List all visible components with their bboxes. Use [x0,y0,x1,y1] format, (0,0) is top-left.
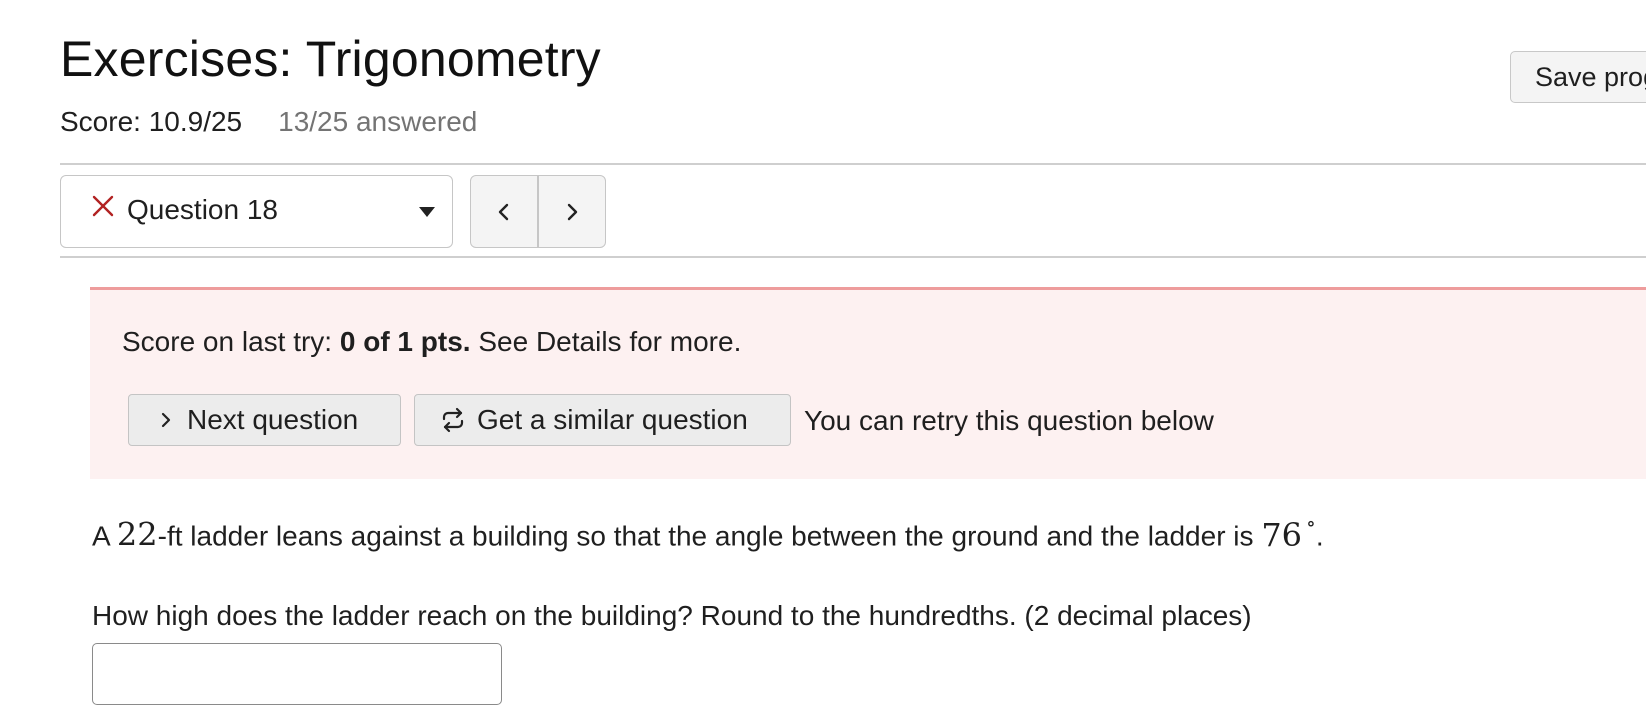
last-try-suffix: See Details for more. [470,326,742,357]
score-text: Score: 10.9/25 [60,106,243,137]
question-statement: A 22-ft ladder leans against a building … [92,511,1324,554]
last-try-score: Score on last try: 0 of 1 pts. See Detai… [122,326,741,358]
save-progress-button[interactable]: Save progress [1510,51,1646,103]
chevron-left-icon [498,203,509,220]
angle-value: 76 ∘ [1261,511,1316,554]
page-title: Exercises: Trigonometry [60,31,601,87]
question-text-part: -ft ladder leans against a building so t… [157,520,1262,552]
question-pager [470,175,606,248]
ladder-length-value: 22 [116,515,158,554]
degree-symbol: ∘ [1306,511,1316,535]
answered-count: 13/25 answered [278,106,478,137]
similar-question-button[interactable]: Get a similar question [414,394,791,446]
score-summary: Score: 10.9/25 13/25 answered [60,106,477,138]
question-text-part: . [1315,520,1324,552]
answer-input[interactable] [92,643,502,705]
next-question-arrow-button[interactable] [537,176,605,247]
next-question-label: Next question [187,404,359,435]
next-question-button[interactable]: Next question [128,394,401,446]
last-try-points: 0 of 1 pts. [339,326,471,357]
chevron-right-icon [567,203,578,220]
previous-question-button[interactable] [471,176,537,247]
x-mark-icon [91,194,115,218]
retry-note: You can retry this question below [804,405,1214,436]
caret-down-icon [419,207,435,217]
selected-question-label: Question 18 [127,194,278,225]
question-prompt: How high does the ladder reach on the bu… [92,600,1252,631]
nav-divider [60,256,1646,258]
question-text-part: A [92,520,117,552]
last-try-prefix: Score on last try: [122,326,340,357]
angle-number: 76 [1261,515,1303,554]
chevron-right-icon [159,409,173,431]
question-dropdown[interactable]: Question 18 [60,175,453,248]
header-divider [60,163,1646,165]
repeat-icon [439,406,467,434]
similar-question-label: Get a similar question [477,404,748,435]
feedback-panel: Score on last try: 0 of 1 pts. See Detai… [90,287,1646,479]
